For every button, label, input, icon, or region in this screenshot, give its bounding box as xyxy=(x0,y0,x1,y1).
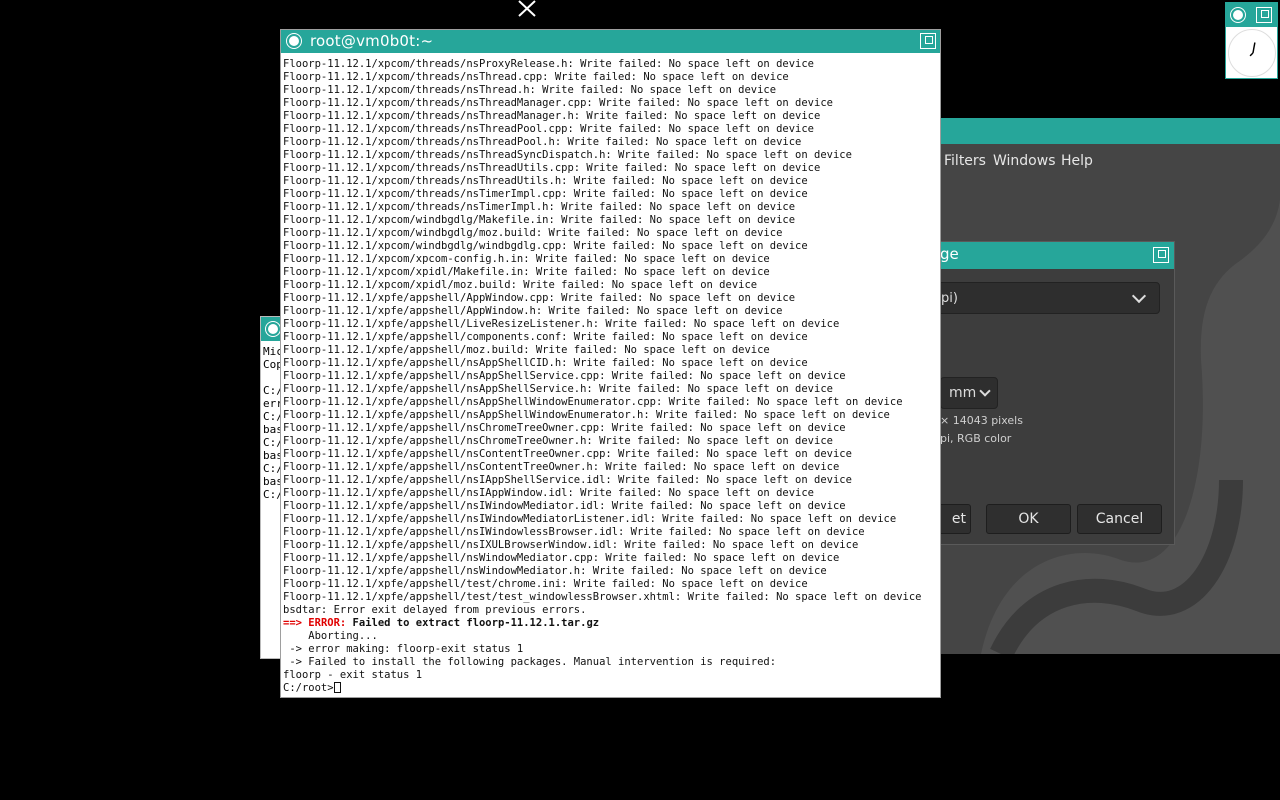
shell-prompt: C:/root> xyxy=(283,682,334,694)
maximize-icon[interactable] xyxy=(1153,247,1169,263)
terminal-line: Floorp-11.12.1/xpcom/xpidl/Makefile.in: … xyxy=(283,266,770,278)
terminal-output[interactable]: Floorp-11.12.1/xpcom/threads/nsProxyRele… xyxy=(283,58,939,694)
terminal-line: Floorp-11.12.1/xpfe/appshell/LiveResizeL… xyxy=(283,318,840,330)
terminal-line: Floorp-11.12.1/xpcom/xpcom-config.h.in: … xyxy=(283,253,770,265)
prompt-line[interactable]: C:/root> xyxy=(283,682,939,694)
maximize-icon[interactable] xyxy=(1256,7,1272,23)
terminal-line: Floorp-11.12.1/xpfe/appshell/nsChromeTre… xyxy=(283,435,833,447)
terminal-line: Floorp-11.12.1/xpfe/appshell/nsContentTr… xyxy=(283,461,840,473)
terminal-line: Floorp-11.12.1/xpfe/appshell/nsWindowMed… xyxy=(283,565,827,577)
terminal-line: Floorp-11.12.1/xpfe/appshell/nsAppShellW… xyxy=(283,396,903,408)
dialog-title: ge xyxy=(940,245,959,263)
terminal-line: Floorp-11.12.1/xpfe/appshell/nsAppShellS… xyxy=(283,370,846,382)
template-select[interactable]: pi) xyxy=(940,282,1160,314)
pixel-size-info: × 14043 pixels xyxy=(940,414,1023,427)
terminal-line: Floorp-11.12.1/xpcom/threads/nsThread.h:… xyxy=(283,84,777,96)
chevron-down-icon xyxy=(979,385,991,397)
reset-button[interactable]: et xyxy=(940,504,971,534)
error-arrow: ==> xyxy=(283,617,302,629)
menu-filters[interactable]: Filters xyxy=(944,153,986,169)
terminal-line: Floorp-11.12.1/xpcom/xpidl/moz.build: Wr… xyxy=(283,279,758,291)
terminal-title: root@vm0b0t:~ xyxy=(310,32,434,50)
terminal-line: Floorp-11.12.1/xpcom/threads/nsThreadSyn… xyxy=(283,149,852,161)
terminal-titlebar[interactable]: root@vm0b0t:~ xyxy=(281,30,940,53)
close-icon[interactable] xyxy=(1230,7,1246,23)
ok-button[interactable]: OK xyxy=(986,504,1071,534)
terminal-line: Floorp-11.12.1/xpcom/threads/nsThreadMan… xyxy=(283,97,833,109)
terminal-line: -> Failed to install the following packa… xyxy=(283,656,777,668)
menu-help[interactable]: Help xyxy=(1061,153,1093,169)
terminal-line: Floorp-11.12.1/xpfe/appshell/AppWindow.c… xyxy=(283,292,796,304)
terminal-line: Floorp-11.12.1/xpfe/appshell/moz.build: … xyxy=(283,344,770,356)
terminal-line: Floorp-11.12.1/xpfe/appshell/nsAppShellC… xyxy=(283,357,808,369)
terminal-line: Floorp-11.12.1/xpcom/threads/nsThread.cp… xyxy=(283,71,789,83)
terminal-line: bsdtar: Error exit delayed from previous… xyxy=(283,604,587,616)
terminal-line: Floorp-11.12.1/xpfe/appshell/nsIAppWindo… xyxy=(283,487,815,499)
dialog-titlebar[interactable]: ge xyxy=(940,242,1174,269)
menu-windows[interactable]: Windows xyxy=(993,153,1056,169)
resolution-info: pi, RGB color xyxy=(940,432,1012,445)
terminal-window[interactable]: root@vm0b0t:~ Floorp-11.12.1/xpcom/threa… xyxy=(280,29,941,698)
terminal-line: Floorp-11.12.1/xpfe/appshell/test/chrome… xyxy=(283,578,808,590)
x-cursor-icon xyxy=(517,0,537,17)
terminal-line: Floorp-11.12.1/xpfe/appshell/nsIWindowMe… xyxy=(283,500,846,512)
image-properties-dialog[interactable]: ge pi) mm × 14043 pixels pi, RGB color e… xyxy=(940,241,1175,545)
terminal-line: Floorp-11.12.1/xpcom/windbgdlg/moz.build… xyxy=(283,227,783,239)
terminal-line: Floorp-11.12.1/xpfe/appshell/nsAppShellS… xyxy=(283,383,833,395)
error-message: Failed to extract floorp-11.12.1.tar.gz xyxy=(346,617,600,629)
terminal-line: Floorp-11.12.1/xpcom/threads/nsThreadUti… xyxy=(283,175,808,187)
terminal-line: Floorp-11.12.1/xpfe/appshell/test/test_w… xyxy=(283,591,922,603)
terminal-line: Floorp-11.12.1/xpfe/appshell/nsIAppShell… xyxy=(283,474,852,486)
terminal-line: Floorp-11.12.1/xpcom/windbgdlg/windbgdlg… xyxy=(283,240,808,252)
gimp-menubar: Filters Windows Help xyxy=(941,144,1280,180)
unit-select-value: mm xyxy=(949,385,977,401)
clock-titlebar[interactable] xyxy=(1226,3,1277,27)
maximize-icon[interactable] xyxy=(920,33,936,49)
terminal-line: Floorp-11.12.1/xpcom/threads/nsThreadPoo… xyxy=(283,123,815,135)
terminal-line: Floorp-11.12.1/xpcom/threads/nsProxyRele… xyxy=(283,58,815,70)
terminal-log-lines: Floorp-11.12.1/xpcom/threads/nsProxyRele… xyxy=(283,58,939,617)
unit-select[interactable]: mm xyxy=(940,377,998,409)
chevron-down-icon xyxy=(1131,288,1147,304)
terminal-line: Floorp-11.12.1/xpfe/appshell/nsContentTr… xyxy=(283,448,852,460)
terminal-line: Floorp-11.12.1/xpfe/appshell/nsChromeTre… xyxy=(283,422,846,434)
terminal-line: Floorp-11.12.1/xpfe/appshell/nsWindowMed… xyxy=(283,552,840,564)
terminal-line: Floorp-11.12.1/xpcom/threads/nsThreadMan… xyxy=(283,110,821,122)
terminal-line: Floorp-11.12.1/xpfe/appshell/components.… xyxy=(283,331,808,343)
clock-window[interactable] xyxy=(1225,2,1278,79)
aborting-line: Aborting... xyxy=(283,630,378,642)
terminal-line: -> error making: floorp-exit status 1 xyxy=(283,643,524,655)
terminal-line: Floorp-11.12.1/xpfe/appshell/nsAppShellW… xyxy=(283,409,890,421)
terminal-line: floorp - exit status 1 xyxy=(283,669,423,681)
terminal-line: Floorp-11.12.1/xpfe/appshell/nsIWindowle… xyxy=(283,526,865,538)
terminal-line: Floorp-11.12.1/xpcom/threads/nsTimerImpl… xyxy=(283,188,808,200)
terminal-line: Floorp-11.12.1/xpfe/appshell/AppWindow.h… xyxy=(283,305,783,317)
gimp-titlebar[interactable] xyxy=(941,118,1280,144)
cancel-button[interactable]: Cancel xyxy=(1077,504,1162,534)
terminal-line: Floorp-11.12.1/xpfe/appshell/nsIXULBrows… xyxy=(283,539,859,551)
clock-icon xyxy=(1228,29,1276,77)
template-select-value: pi) xyxy=(941,291,958,306)
error-line: ==> ERROR: Failed to extract floorp-11.1… xyxy=(283,617,939,630)
close-icon[interactable] xyxy=(265,321,281,337)
terminal-line: Floorp-11.12.1/xpcom/threads/nsThreadUti… xyxy=(283,162,821,174)
terminal-line: Floorp-11.12.1/xpcom/windbgdlg/Makefile.… xyxy=(283,214,796,226)
error-label: ERROR: xyxy=(308,617,347,629)
terminal-line: Floorp-11.12.1/xpcom/threads/nsTimerImpl… xyxy=(283,201,796,213)
terminal-line: Floorp-11.12.1/xpfe/appshell/nsIWindowMe… xyxy=(283,513,897,525)
close-icon[interactable] xyxy=(286,33,302,49)
text-cursor xyxy=(333,682,341,693)
terminal-line: Floorp-11.12.1/xpcom/threads/nsThreadPoo… xyxy=(283,136,802,148)
